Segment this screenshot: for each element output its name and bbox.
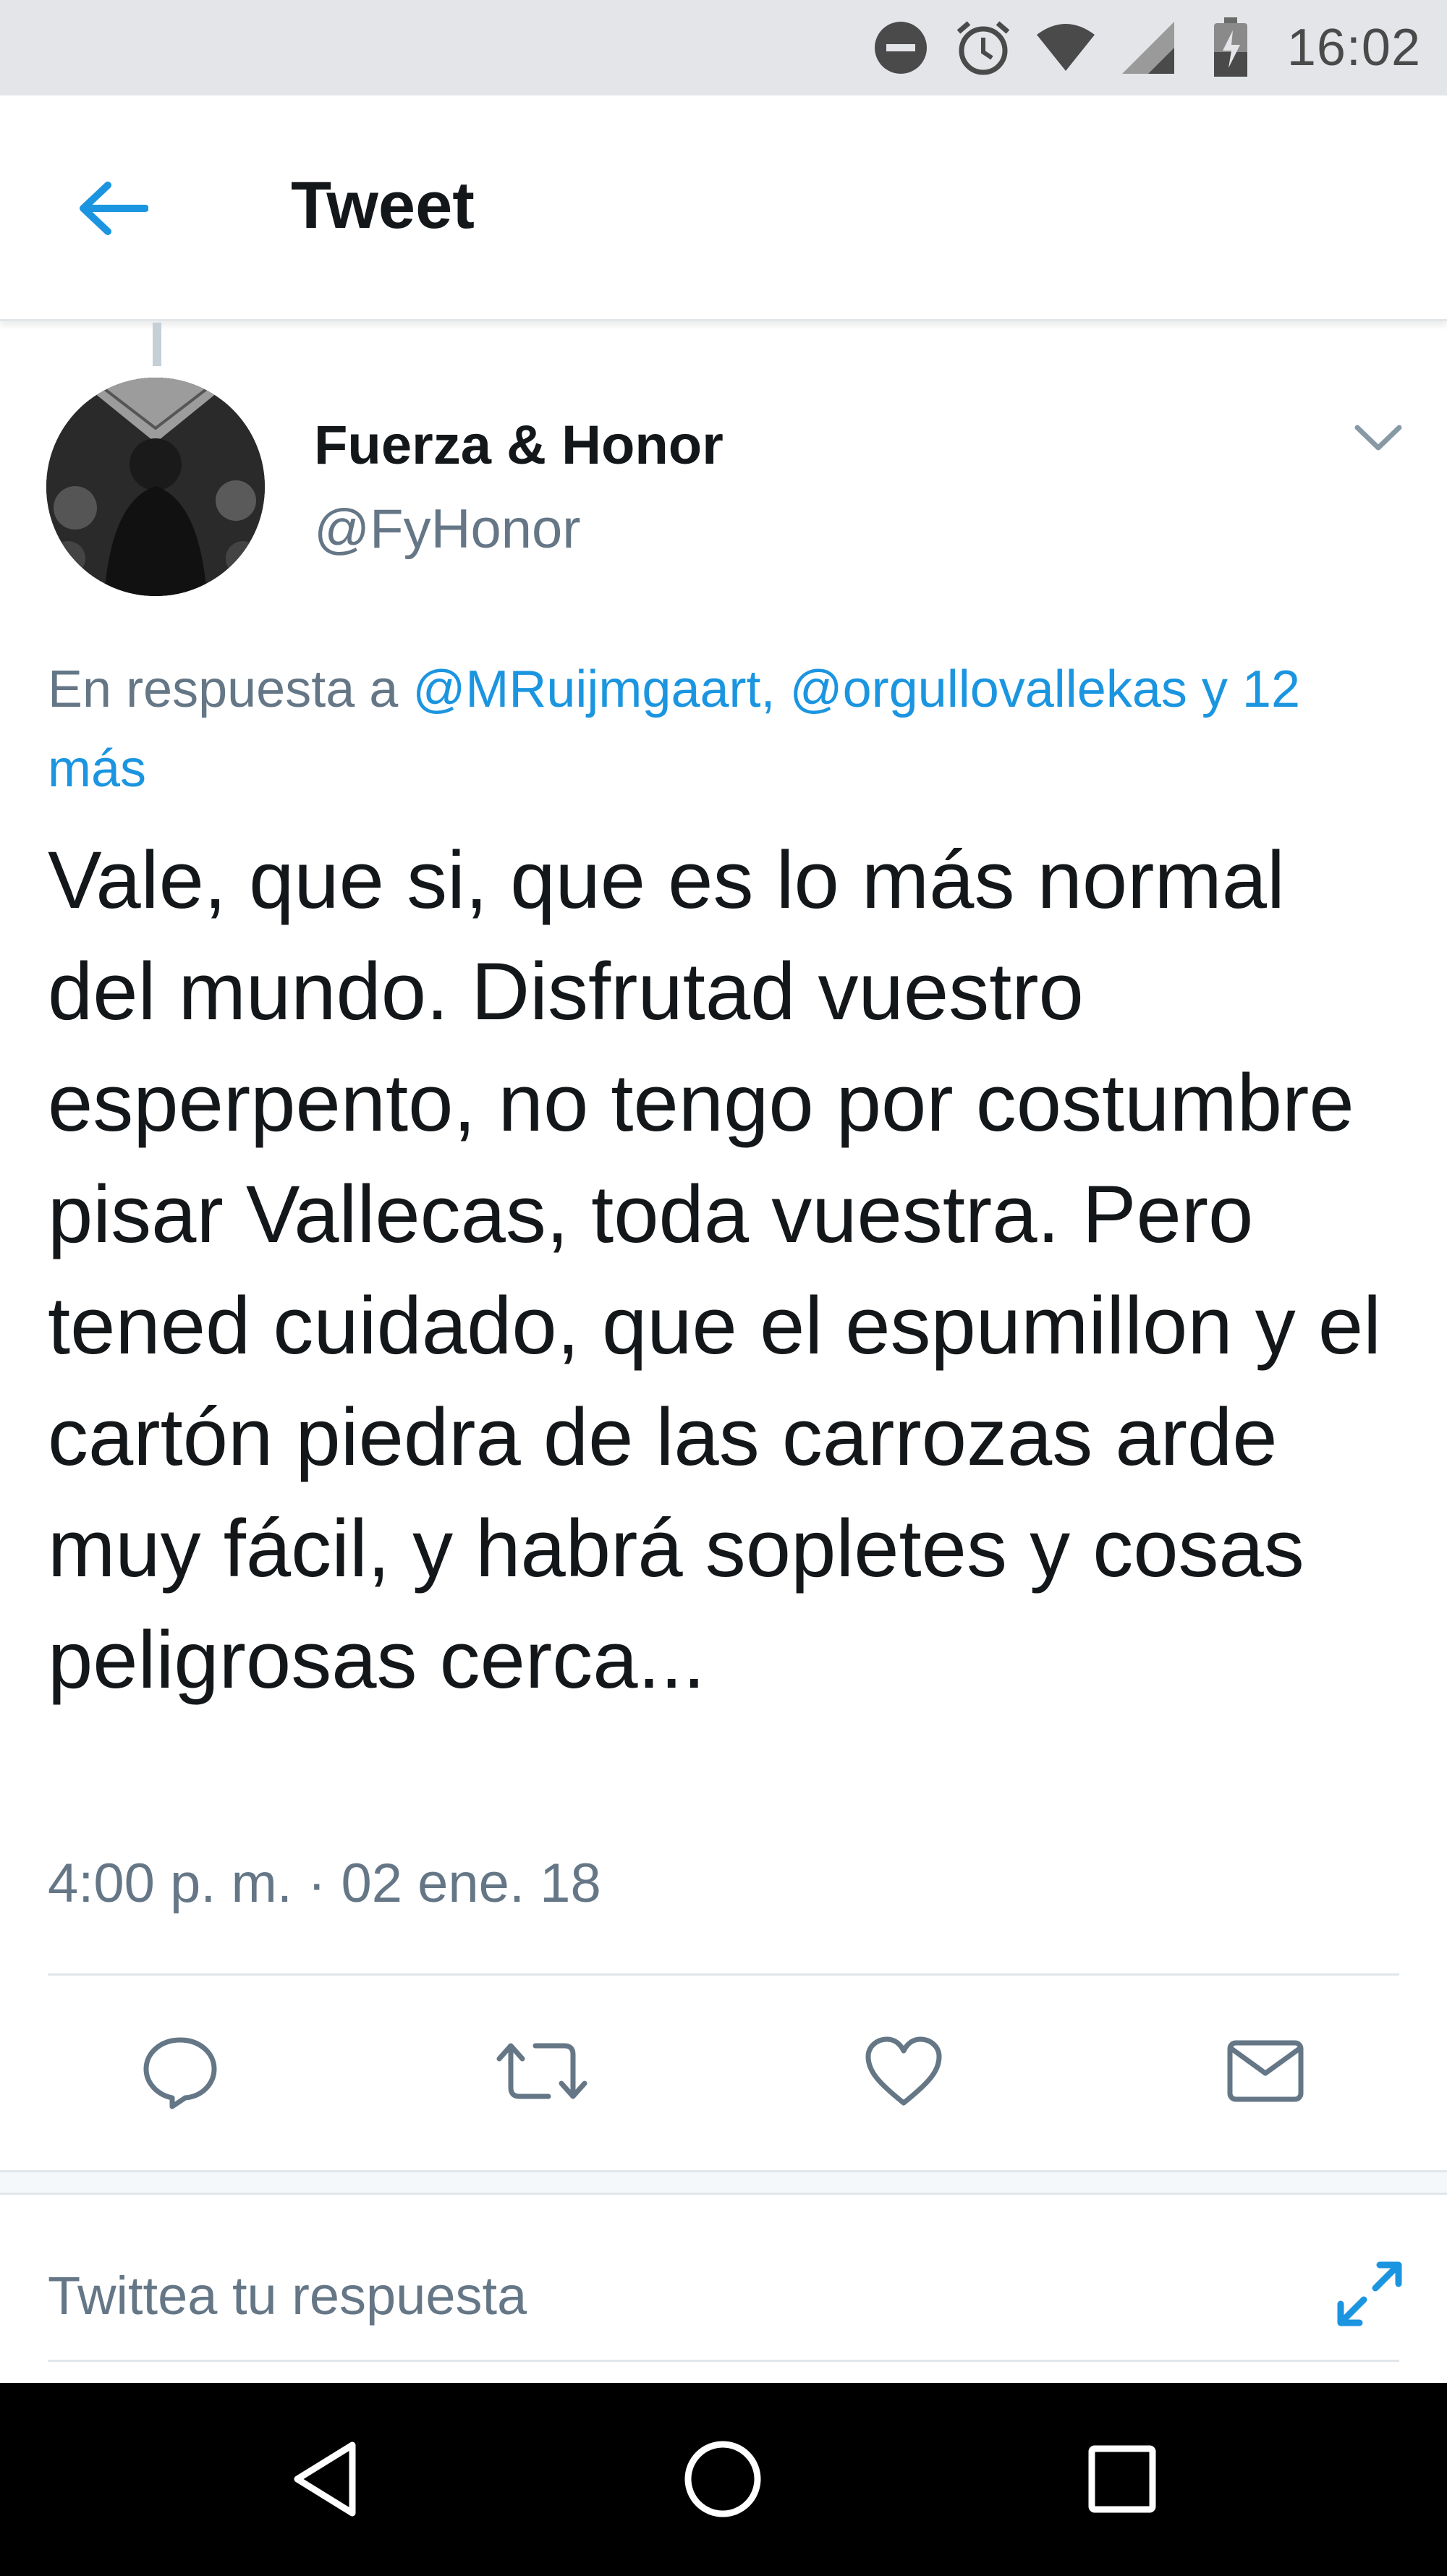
reply-button[interactable] — [133, 2025, 227, 2120]
page-title: Tweet — [291, 169, 475, 242]
tweet-timestamp: 4:00 p. m. · 02 ene. 18 — [48, 1853, 601, 1914]
reply-prefix: En respuesta a — [48, 660, 413, 718]
system-recents-button[interactable] — [1068, 2426, 1176, 2535]
expand-composer-button[interactable] — [1330, 2256, 1409, 2335]
tweet-actions — [0, 2025, 1447, 2120]
mention-link[interactable]: @orgullovallekas — [790, 660, 1187, 718]
author-handle[interactable]: @FyHonor — [314, 498, 581, 561]
system-nav-bar — [0, 2383, 1447, 2576]
divider — [48, 1973, 1399, 1976]
do-not-disturb-icon — [870, 17, 931, 78]
envelope-icon — [1226, 2039, 1305, 2107]
system-back-button[interactable] — [271, 2426, 379, 2535]
system-home-button[interactable] — [669, 2426, 777, 2535]
reply-input[interactable] — [48, 2256, 1278, 2335]
alarm-icon — [953, 17, 1014, 78]
direct-message-button[interactable] — [1218, 2025, 1312, 2120]
status-time: 16:02 — [1286, 19, 1421, 77]
app-header: Tweet — [0, 95, 1447, 321]
home-circle-icon — [682, 2439, 763, 2523]
section-separator — [0, 2170, 1447, 2195]
expand-icon — [1335, 2259, 1404, 2332]
cell-signal-icon — [1118, 17, 1179, 78]
retweet-icon — [495, 2031, 589, 2114]
like-button[interactable] — [857, 2025, 951, 2120]
battery-icon — [1200, 17, 1261, 78]
tweet-text: Vale, que si, que es lo más normal del m… — [48, 835, 1382, 1705]
chevron-down-icon — [1353, 422, 1404, 457]
input-underline — [48, 2360, 1399, 2362]
avatar[interactable] — [46, 378, 265, 596]
tweet-menu-button[interactable] — [1347, 414, 1409, 464]
wifi-icon — [1035, 17, 1096, 78]
reply-icon — [140, 2031, 220, 2114]
back-triangle-icon — [289, 2439, 361, 2522]
recents-square-icon — [1086, 2443, 1158, 2519]
reply-context: En respuesta a @MRuijmgaart, @orgulloval… — [48, 650, 1408, 809]
status-icons: 16:02 — [870, 13, 1421, 82]
retweet-button[interactable] — [495, 2025, 589, 2120]
status-bar: 16:02 — [0, 0, 1447, 95]
thread-connector — [153, 323, 161, 366]
author-name[interactable]: Fuerza & Honor — [314, 414, 724, 477]
heart-icon — [864, 2035, 943, 2111]
arrow-left-icon — [76, 179, 149, 241]
mention-link[interactable]: @MRuijmgaart, — [412, 660, 775, 718]
back-button[interactable] — [65, 174, 159, 246]
